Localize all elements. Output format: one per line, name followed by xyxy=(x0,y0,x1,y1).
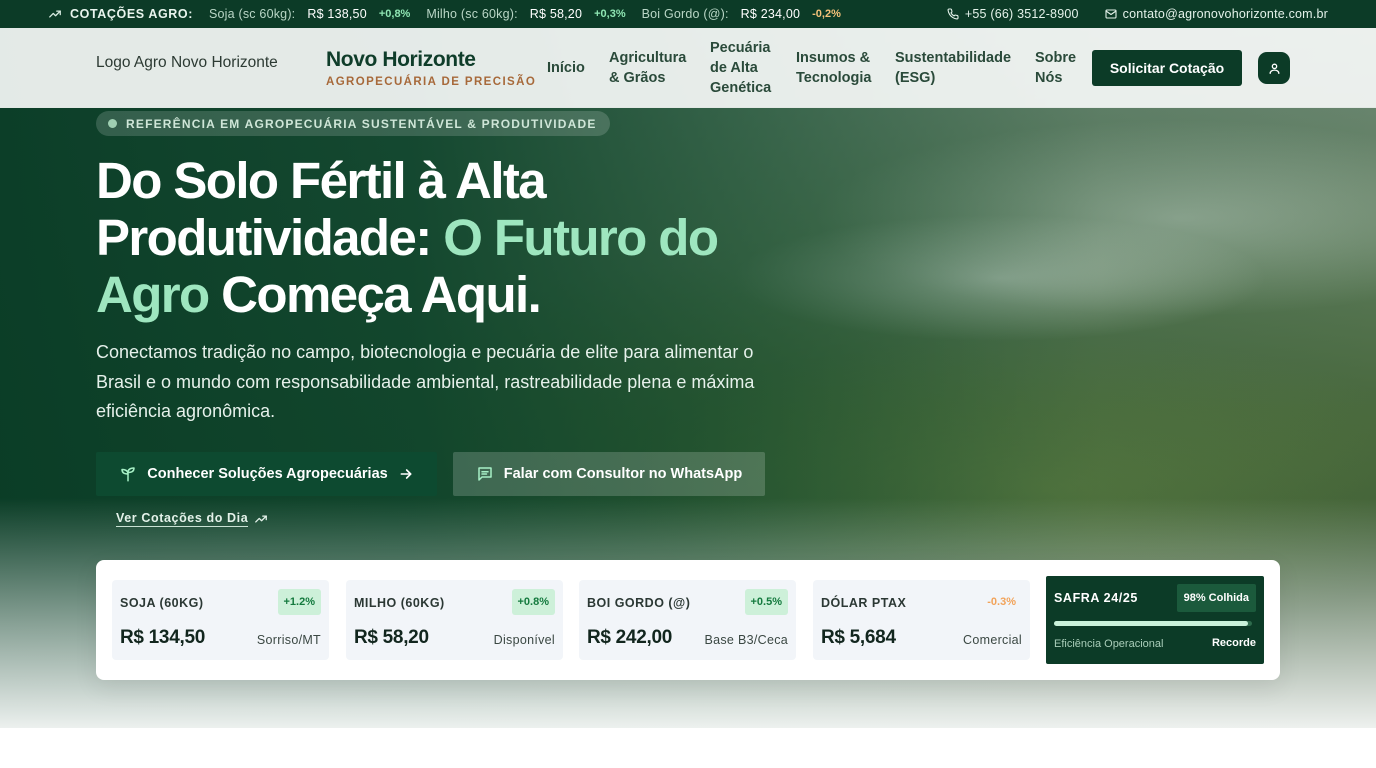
harvest-badge: 98% Colhida xyxy=(1176,584,1256,612)
harvest-progress-bar xyxy=(1054,621,1252,626)
harvest-note: Recorde xyxy=(1211,637,1256,649)
request-quote-button[interactable]: Solicitar Cotação xyxy=(1092,50,1242,86)
nav-item-agricultura[interactable]: Agricultura & Grãos xyxy=(609,48,693,88)
nav-item-insumos[interactable]: Insumos & Tecnologia xyxy=(796,48,880,88)
badge-dot-icon xyxy=(108,119,117,128)
quote-note: Comercial xyxy=(963,633,1022,647)
solutions-button[interactable]: Conhecer Soluções Agropecuárias xyxy=(96,452,437,496)
quote-change-badge: +0.5% xyxy=(744,589,788,615)
ticker-item-value: R$ 58,20 xyxy=(529,7,583,21)
headline-part-2: Começa Aqui. xyxy=(221,266,542,323)
quote-change-badge: +1.2% xyxy=(277,589,321,615)
brand-name: Novo Horizonte xyxy=(326,48,476,71)
user-account-button[interactable] xyxy=(1258,52,1290,84)
hero-headline: Do Solo Fértil à Alta Produtividade: O F… xyxy=(96,152,796,323)
quotes-ticker-bar: COTAÇÕES AGRO: Soja (sc 60kg): R$ 138,50… xyxy=(0,0,1376,28)
quote-name: SOJA (60KG) xyxy=(120,596,204,610)
quote-note: Sorriso/MT xyxy=(256,633,321,647)
phone-link[interactable]: +55 (66) 3512-8900 xyxy=(947,7,1079,21)
quote-card-soja: SOJA (60KG) +1.2% R$ 134,50 Sorriso/MT xyxy=(112,580,329,660)
harvest-title: SAFRA 24/25 xyxy=(1054,591,1138,605)
ticker-title: COTAÇÕES AGRO: xyxy=(70,7,193,21)
ticker-item-name: Boi Gordo (@): xyxy=(641,7,729,21)
nav-item-sustentabilidade[interactable]: Sustentabilidade (ESG) xyxy=(895,48,1019,88)
quote-value: R$ 134,50 xyxy=(120,627,205,648)
ticker-item-value: R$ 234,00 xyxy=(740,7,801,21)
phone-icon xyxy=(947,8,959,20)
trending-up-icon xyxy=(48,7,62,21)
user-icon xyxy=(1269,63,1279,74)
quote-name: MILHO (60KG) xyxy=(354,596,445,610)
quote-name: DÓLAR PTAX xyxy=(821,596,907,610)
email-link[interactable]: contato@agronovohorizonte.com.br xyxy=(1105,7,1328,21)
ticker-item-name: Milho (sc 60kg): xyxy=(426,7,518,21)
quote-change-badge: +0.8% xyxy=(511,589,555,615)
hero-badge-text: REFERÊNCIA EM AGROPECUÁRIA SUSTENTÁVEL &… xyxy=(126,116,597,131)
nav-item-inicio[interactable]: Início xyxy=(547,58,585,78)
nav-item-pecuaria[interactable]: Pecuária de Alta Genética xyxy=(710,38,778,98)
chat-icon xyxy=(478,467,492,481)
quote-card-milho: MILHO (60KG) +0.8% R$ 58,20 Disponível xyxy=(346,580,563,660)
nav-item-sobre[interactable]: Sobre Nós xyxy=(1035,48,1081,88)
quote-value: R$ 58,20 xyxy=(354,627,429,648)
logo[interactable]: Logo Agro Novo Horizonte xyxy=(96,54,278,72)
solutions-button-label: Conhecer Soluções Agropecuárias xyxy=(147,466,388,482)
brand-tagline: AGROPECUÁRIA DE PRECISÃO xyxy=(326,76,537,88)
harvest-status-card: SAFRA 24/25 98% Colhida Eficiência Opera… xyxy=(1046,576,1264,664)
whatsapp-button-label: Falar com Consultor no WhatsApp xyxy=(503,466,743,482)
quote-note: Base B3/Ceca xyxy=(704,633,788,647)
harvest-progress-fill xyxy=(1054,621,1249,626)
ticker-item-change: +0,8% xyxy=(378,8,411,20)
quote-name: BOI GORDO (@) xyxy=(587,596,691,610)
ticker-item-value: R$ 138,50 xyxy=(307,7,367,21)
ticker-item-change: +0,3% xyxy=(594,8,626,20)
view-quotes-link-label: Ver Cotações do Dia xyxy=(116,511,249,527)
view-quotes-link[interactable]: Ver Cotações do Dia xyxy=(116,511,268,527)
quote-card-boi-gordo: BOI GORDO (@) +0.5% R$ 242,00 Base B3/Ce… xyxy=(579,580,796,660)
ticker-item-name: Soja (sc 60kg): xyxy=(208,7,296,21)
hero-lead-text: Conectamos tradição no campo, biotecnolo… xyxy=(96,342,755,421)
hero-badge: REFERÊNCIA EM AGROPECUÁRIA SUSTENTÁVEL &… xyxy=(96,111,610,136)
phone-number: +55 (66) 3512-8900 xyxy=(964,7,1079,21)
sprout-icon xyxy=(121,467,136,482)
quote-card-dolar: DÓLAR PTAX -0.3% R$ 5,684 Comercial xyxy=(813,580,1030,660)
mail-icon xyxy=(1105,9,1117,19)
whatsapp-consultant-button[interactable]: Falar com Consultor no WhatsApp xyxy=(453,452,765,496)
site-header: Logo Agro Novo Horizonte Novo Horizonte … xyxy=(0,28,1376,108)
trending-up-icon xyxy=(255,515,268,523)
quotes-panel: SOJA (60KG) +1.2% R$ 134,50 Sorriso/MT M… xyxy=(96,560,1280,680)
quote-value: R$ 242,00 xyxy=(587,627,672,648)
quote-value: R$ 5,684 xyxy=(821,627,896,648)
logo-alt-text: Logo Agro Novo Horizonte xyxy=(96,54,278,71)
quote-note: Disponível xyxy=(493,633,555,647)
quote-change-badge: -0.3% xyxy=(987,596,1016,608)
arrow-right-icon xyxy=(400,469,412,479)
harvest-label: Eficiência Operacional xyxy=(1054,638,1164,650)
email-address: contato@agronovohorizonte.com.br xyxy=(1122,7,1328,21)
ticker-item-change: -0,2% xyxy=(812,8,841,20)
